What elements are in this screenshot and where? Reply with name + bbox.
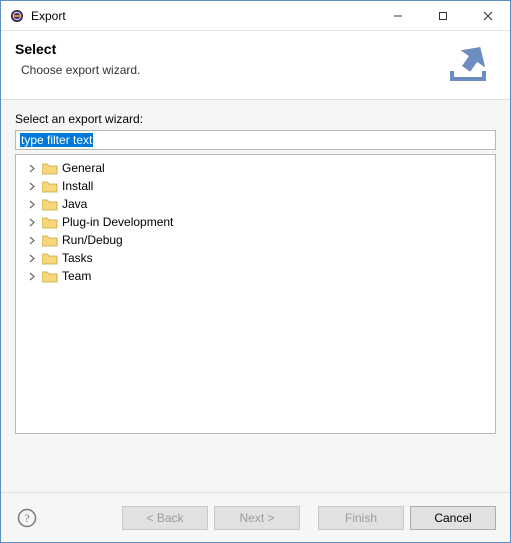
- chevron-right-icon[interactable]: [26, 198, 38, 210]
- tree-item-label: Team: [62, 269, 91, 283]
- filter-label: Select an export wizard:: [15, 112, 496, 126]
- folder-icon: [42, 197, 58, 211]
- tree-item[interactable]: Plug-in Development: [16, 213, 495, 231]
- tree-item-label: General: [62, 161, 105, 175]
- minimize-button[interactable]: [375, 1, 420, 31]
- tree-item-label: Install: [62, 179, 93, 193]
- folder-icon: [42, 269, 58, 283]
- svg-text:?: ?: [24, 511, 29, 525]
- title-bar: Export: [1, 1, 510, 31]
- folder-icon: [42, 215, 58, 229]
- folder-icon: [42, 161, 58, 175]
- wizard-body: Select an export wizard: type filter tex…: [1, 100, 510, 492]
- export-tree[interactable]: General Install Java Plug-in Development Run…: [15, 154, 496, 434]
- finish-button[interactable]: Finish: [318, 506, 404, 530]
- next-button[interactable]: Next >: [214, 506, 300, 530]
- tree-item-label: Plug-in Development: [62, 215, 173, 229]
- chevron-right-icon[interactable]: [26, 270, 38, 282]
- chevron-right-icon[interactable]: [26, 252, 38, 264]
- chevron-right-icon[interactable]: [26, 216, 38, 228]
- button-bar: ? < Back Next > Finish Cancel: [1, 492, 510, 542]
- export-icon: [440, 41, 496, 85]
- eclipse-icon: [9, 8, 25, 24]
- chevron-right-icon[interactable]: [26, 162, 38, 174]
- filter-input[interactable]: type filter text: [15, 130, 496, 150]
- tree-item-label: Java: [62, 197, 87, 211]
- filter-input-text: type filter text: [20, 133, 93, 147]
- wizard-subtitle: Choose export wizard.: [21, 63, 440, 77]
- maximize-button[interactable]: [420, 1, 465, 31]
- help-button[interactable]: ?: [15, 506, 39, 530]
- close-button[interactable]: [465, 1, 510, 31]
- wizard-heading: Select: [15, 41, 440, 57]
- tree-item[interactable]: Java: [16, 195, 495, 213]
- chevron-right-icon[interactable]: [26, 234, 38, 246]
- chevron-right-icon[interactable]: [26, 180, 38, 192]
- back-button[interactable]: < Back: [122, 506, 208, 530]
- tree-item[interactable]: Team: [16, 267, 495, 285]
- tree-item[interactable]: Run/Debug: [16, 231, 495, 249]
- window-title: Export: [31, 9, 375, 23]
- tree-item[interactable]: General: [16, 159, 495, 177]
- folder-icon: [42, 233, 58, 247]
- tree-item-label: Tasks: [62, 251, 93, 265]
- folder-icon: [42, 251, 58, 265]
- tree-item-label: Run/Debug: [62, 233, 123, 247]
- tree-item[interactable]: Tasks: [16, 249, 495, 267]
- wizard-header: Select Choose export wizard.: [1, 31, 510, 100]
- folder-icon: [42, 179, 58, 193]
- tree-item[interactable]: Install: [16, 177, 495, 195]
- cancel-button[interactable]: Cancel: [410, 506, 496, 530]
